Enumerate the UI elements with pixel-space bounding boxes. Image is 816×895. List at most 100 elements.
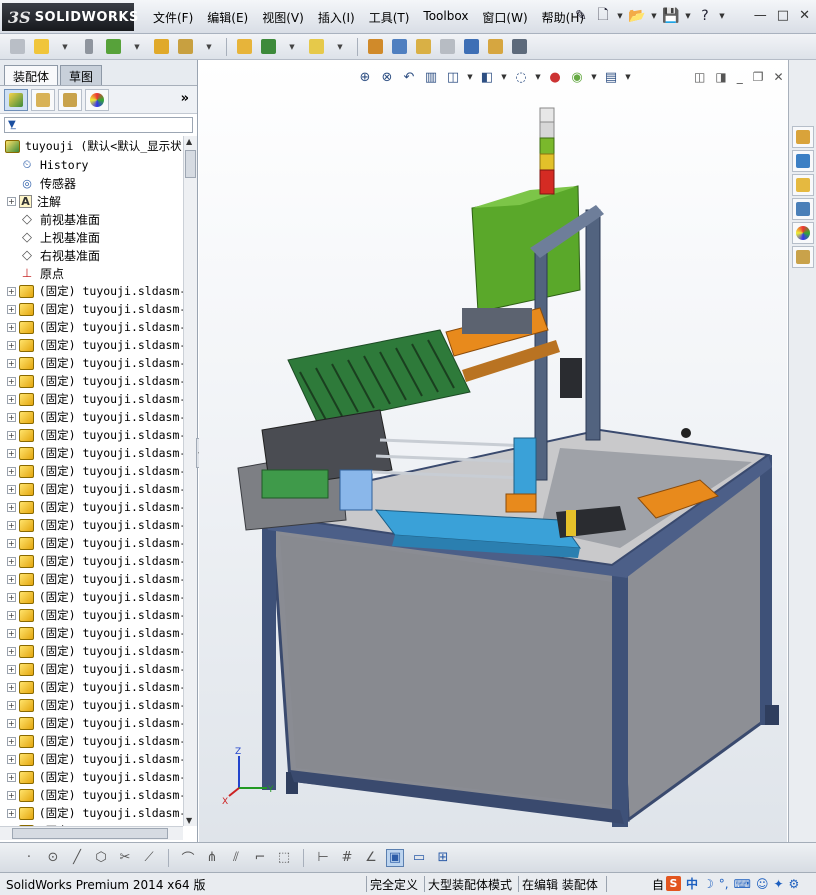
split-view-2-icon[interactable]: ◨ [715, 70, 726, 84]
reference-dropdown-icon[interactable]: ▼ [337, 43, 342, 51]
polygon-icon[interactable]: ⬡ [92, 849, 110, 867]
shaded-view-icon[interactable]: ▣ [386, 848, 404, 867]
scroll-thumb[interactable] [185, 150, 196, 178]
expand-icon[interactable]: + [7, 592, 16, 602]
tree-item-component[interactable]: + (固定) tuyouji.sldasm-P [0, 768, 183, 786]
new-dropdown-icon[interactable]: ▼ [616, 12, 624, 20]
solidworks-logo[interactable]: 3S SOLIDWORKS [2, 3, 138, 31]
tree-item-component[interactable]: + (固定) tuyouji.sldasm-P [0, 696, 183, 714]
tree-item-top-plane[interactable]: ◇ 上视基准面 [0, 228, 183, 246]
tree-item-component[interactable]: + (固定) tuyouji.sldasm-P [0, 552, 183, 570]
dimension-icon[interactable]: ⊢ [314, 849, 332, 867]
tools-icon[interactable]: ⚙ [789, 877, 800, 891]
file-explorer-icon[interactable] [792, 174, 814, 196]
expand-more-icon[interactable]: » [181, 91, 189, 106]
expand-icon[interactable]: + [7, 610, 16, 620]
split-view-icon[interactable]: ◫ [694, 70, 705, 84]
tree-item-component[interactable]: + (固定) tuyouji.sldasm-P [0, 516, 183, 534]
maximize-icon[interactable]: □ [777, 8, 789, 23]
moon-icon[interactable]: ☽ [703, 877, 714, 891]
save-dropdown-icon[interactable]: ▼ [684, 12, 692, 20]
expand-icon[interactable]: + [7, 196, 16, 206]
configurationmanager-tab-icon[interactable] [58, 88, 82, 111]
bill-of-materials-icon[interactable] [388, 37, 410, 57]
view-settings-icon[interactable]: ▤ [602, 68, 620, 86]
linear-pattern-icon[interactable] [102, 37, 124, 57]
section-view-icon[interactable]: ▥ [422, 68, 440, 86]
tree-item-component[interactable]: + (固定) tuyouji.sldasm-P [0, 282, 183, 300]
displaymanager-tab-icon[interactable] [85, 88, 109, 111]
propertymanager-tab-icon[interactable] [31, 88, 55, 111]
close-icon[interactable]: ✕ [799, 8, 810, 23]
reference-geometry-icon[interactable] [305, 37, 327, 57]
expand-icon[interactable]: + [7, 664, 16, 674]
expand-icon[interactable]: + [7, 376, 16, 386]
custom-properties-icon[interactable] [792, 246, 814, 268]
expand-icon[interactable]: + [7, 304, 16, 314]
tree-item-sensors[interactable]: ◎ 传感器 [0, 174, 183, 192]
shirt-icon[interactable]: ✦ [773, 877, 783, 891]
expand-icon[interactable]: + [7, 412, 16, 422]
edit-component-icon[interactable] [6, 37, 28, 57]
clearance-verification-icon[interactable] [484, 37, 506, 57]
graphics-area[interactable]: Z Y X [199, 60, 787, 842]
tree-item-component[interactable]: + (固定) tuyouji.sldasm-P [0, 660, 183, 678]
appearances-icon[interactable] [792, 222, 814, 244]
tree-item-component[interactable]: + (固定) tuyouji.sldasm-P [0, 336, 183, 354]
pin-icon[interactable]: ✎ [572, 6, 590, 26]
arc-icon[interactable]: ⌒ [179, 849, 197, 867]
move-component-icon[interactable] [174, 37, 196, 57]
menu-edit[interactable]: 编辑(E) [200, 9, 255, 26]
trim-icon[interactable]: ✂ [116, 849, 134, 867]
tree-item-component[interactable]: + (固定) tuyouji.sldasm-P [0, 678, 183, 696]
mate-icon[interactable] [78, 37, 100, 57]
expand-icon[interactable]: + [7, 556, 16, 566]
help-icon[interactable]: ? [696, 6, 714, 26]
open-dropdown-icon[interactable]: ▼ [650, 12, 658, 20]
tree-item-component[interactable]: + (固定) tuyouji.sldasm-P [0, 408, 183, 426]
bounding-box-icon[interactable]: ⬚ [275, 849, 293, 867]
show-hidden-icon[interactable] [233, 37, 255, 57]
tree-item-component[interactable]: + (固定) tuyouji.sldasm-P [0, 426, 183, 444]
tree-item-component[interactable]: + (固定) tuyouji.sldasm-P [0, 714, 183, 732]
previous-view-icon[interactable]: ↶ [400, 68, 418, 86]
view-palette-icon[interactable] [792, 198, 814, 220]
tree-item-component[interactable]: + (固定) tuyouji.sldasm-P [0, 570, 183, 588]
point-icon[interactable]: · [20, 849, 38, 867]
tree-item-component[interactable]: + (固定) tuyouji.sldasm-P [0, 372, 183, 390]
viewport-restore-icon[interactable]: ❐ [753, 70, 764, 84]
expand-icon[interactable]: + [7, 682, 16, 692]
scene-dropdown-icon[interactable]: ▼ [590, 73, 598, 81]
expand-icon[interactable]: + [7, 754, 16, 764]
insert-dropdown-icon[interactable]: ▼ [62, 43, 67, 51]
tree-item-component[interactable]: + (固定) tuyouji.sldasm-P [0, 354, 183, 372]
tree-item-component[interactable]: + (固定) tuyouji.sldasm-P [0, 732, 183, 750]
expand-icon[interactable]: + [7, 628, 16, 638]
tree-root[interactable]: tuyouji (默认<默认_显示状 [0, 136, 183, 156]
explode-line-sketch-icon[interactable] [436, 37, 458, 57]
features-dropdown-icon[interactable]: ▼ [289, 43, 294, 51]
viewport-minimize-icon[interactable]: _ [737, 70, 743, 84]
new-motion-study-icon[interactable] [364, 37, 386, 57]
expand-icon[interactable]: + [7, 538, 16, 548]
tree-item-component[interactable]: + (固定) tuyouji.sldasm-P [0, 534, 183, 552]
menu-insert[interactable]: 插入(I) [311, 9, 362, 26]
instant3d-icon[interactable] [508, 37, 530, 57]
expand-icon[interactable]: + [7, 286, 16, 296]
scroll-down-icon[interactable]: ▼ [186, 816, 192, 825]
punctuation-icon[interactable]: °, [719, 877, 729, 891]
tree-item-right-plane[interactable]: ◇ 右视基准面 [0, 246, 183, 264]
move-dropdown-icon[interactable]: ▼ [206, 43, 211, 51]
tree-item-component[interactable]: + (固定) tuyouji.sldasm-P [0, 300, 183, 318]
menu-view[interactable]: 视图(V) [255, 9, 311, 26]
expand-icon[interactable]: + [7, 502, 16, 512]
tree-item-component[interactable]: + (固定) tuyouji.sldasm-P [0, 750, 183, 768]
orientation-dropdown-icon[interactable]: ▼ [466, 73, 474, 81]
expand-icon[interactable]: + [7, 520, 16, 530]
status-custom[interactable]: 自 [652, 876, 664, 893]
mirror-icon[interactable]: ⋔ [203, 849, 221, 867]
tree-item-component[interactable]: + (固定) tuyouji.sldasm-P [0, 642, 183, 660]
assembly-features-icon[interactable] [257, 37, 279, 57]
expand-icon[interactable]: + [7, 430, 16, 440]
exploded-view-icon[interactable] [412, 37, 434, 57]
